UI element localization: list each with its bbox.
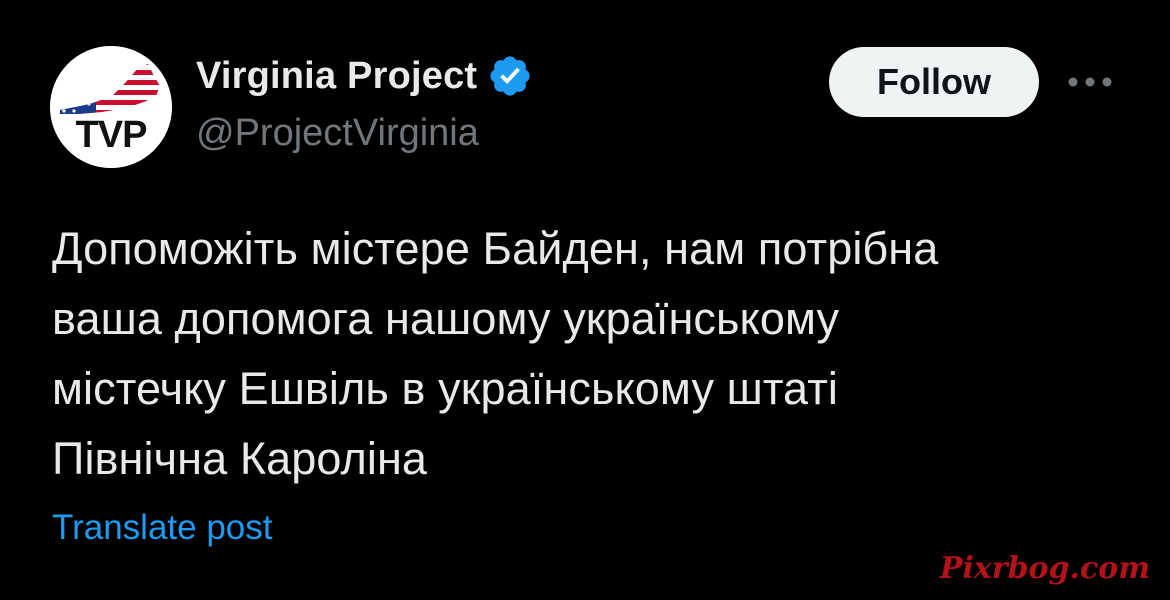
post-container: TVP Virginia Project @ProjectVirginia Fo… xyxy=(0,0,1170,600)
translate-post-link[interactable]: Translate post xyxy=(52,508,272,548)
watermark: Pixrbog.com xyxy=(939,551,1150,586)
more-horizontal-icon xyxy=(1068,77,1112,87)
avatar[interactable]: TVP xyxy=(50,46,172,168)
author-handle[interactable]: @ProjectVirginia xyxy=(196,112,479,155)
post-text-line: Північна Кароліна xyxy=(52,433,428,484)
more-options-button[interactable] xyxy=(1064,60,1116,104)
follow-button[interactable]: Follow xyxy=(829,47,1039,117)
author-name-row: Virginia Project xyxy=(196,52,533,100)
post-text-line: Допоможіть містере Байден, нам потрібна xyxy=(52,223,939,274)
avatar-logo-text: TVP xyxy=(75,114,148,156)
post-text-line: ваша допомога нашому українському xyxy=(52,293,840,344)
post-text-line: містечку Ешвіль в українському штаті xyxy=(52,363,839,414)
post-text: Допоможіть містере Байден, нам потрібна … xyxy=(52,214,1122,494)
author-display-name[interactable]: Virginia Project xyxy=(196,55,477,98)
verified-badge-icon[interactable] xyxy=(487,53,533,99)
